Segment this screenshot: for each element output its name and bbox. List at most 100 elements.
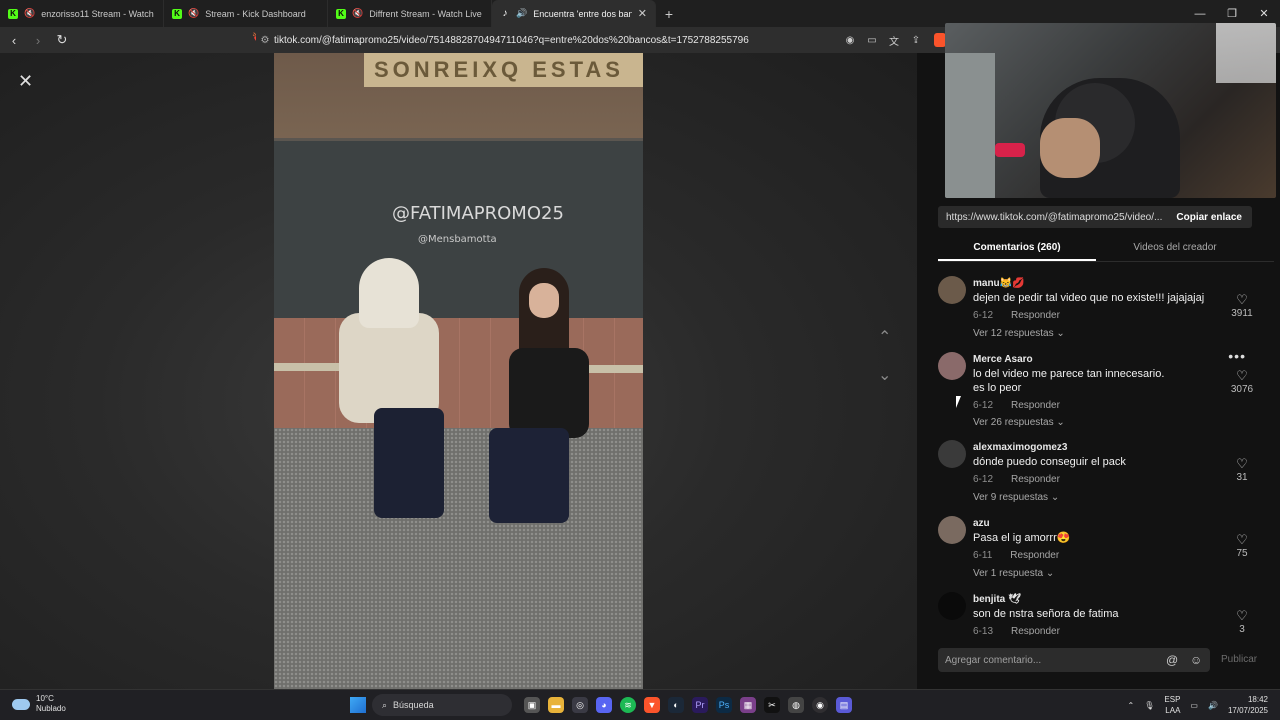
weather-widget[interactable]: 10°C Nublado: [12, 694, 66, 714]
chevron-up-icon[interactable]: ⌃: [1128, 701, 1135, 710]
girl-figure: [489, 268, 609, 528]
new-tab-button[interactable]: +: [656, 0, 682, 27]
view-replies-button[interactable]: Ver 12 respuestas ⌄: [973, 328, 1065, 339]
speaker-icon[interactable]: 🔊: [516, 8, 527, 19]
like-button[interactable]: ♡ 31: [1226, 456, 1258, 483]
volume-icon[interactable]: 🔊: [1208, 701, 1218, 710]
browser-tab-4[interactable]: ♪ 🔊 Encuentra 'entre dos bancos' ✕: [492, 0, 656, 27]
mention-icon[interactable]: @: [1166, 653, 1178, 667]
spotify-icon[interactable]: ≋: [620, 697, 636, 713]
tab-title: Stream - Kick Dashboard: [205, 8, 306, 19]
comment-date: 6-11: [973, 550, 993, 561]
heart-icon: ♡: [1236, 456, 1248, 471]
back-icon[interactable]: ‹: [4, 30, 24, 50]
mute-icon[interactable]: 🔇: [352, 8, 363, 19]
share-icon[interactable]: ⇪: [908, 31, 924, 49]
like-button[interactable]: ♡ 75: [1226, 532, 1258, 559]
search-label: Búsqueda: [393, 700, 434, 710]
video-player[interactable]: SONREIXQ ESTAS @FATIMAPROMO25 @Mensbamot…: [274, 53, 643, 689]
lang-layout: LAA: [1165, 706, 1181, 715]
comment-username[interactable]: azu: [973, 518, 990, 529]
like-count: 3076: [1230, 384, 1254, 395]
more-options-icon[interactable]: •••: [1228, 348, 1246, 364]
site-info-icon[interactable]: ⚙: [256, 35, 274, 46]
capcut-icon[interactable]: ✂: [764, 697, 780, 713]
comment-username[interactable]: benjita 🕊: [973, 594, 1021, 605]
comment-meta: 6-13 Responder: [973, 626, 1060, 635]
copy-link-button[interactable]: Copiar enlace: [1166, 212, 1252, 223]
like-count: 31: [1236, 472, 1248, 483]
view-replies-button[interactable]: Ver 9 respuestas ⌄: [973, 492, 1059, 503]
comment-input[interactable]: Agregar comentario... @ ☺: [938, 648, 1210, 672]
boy-figure: [334, 258, 444, 528]
close-tab-icon[interactable]: ✕: [638, 7, 647, 20]
avatar[interactable]: [938, 276, 966, 304]
system-tray: ⌃ 🎙 ESP LAA ▭ 🔊 18:42 17/07/2025: [1128, 694, 1268, 716]
forward-icon[interactable]: ›: [28, 30, 48, 50]
tab-creator-videos[interactable]: Videos del creador: [1096, 236, 1254, 261]
app2-icon[interactable]: ◍: [788, 697, 804, 713]
post-comment-button[interactable]: Publicar: [1221, 654, 1257, 665]
steam-icon[interactable]: ◐: [668, 697, 684, 713]
reply-button[interactable]: Responder: [1011, 626, 1060, 635]
like-button[interactable]: ♡ 3911: [1226, 292, 1258, 319]
url-text: tiktok.com/@fatimapromo25/video/75148828…: [274, 34, 749, 46]
comment-username[interactable]: manu😹💋: [973, 278, 1025, 289]
obs-icon[interactable]: ◉: [812, 697, 828, 713]
classroom-banner: SONREIXQ ESTAS: [364, 53, 643, 87]
reply-button[interactable]: Responder: [1011, 400, 1060, 411]
avatar[interactable]: [938, 516, 966, 544]
browser-tab-3[interactable]: K 🔇 Diffrent Stream - Watch Live on K: [328, 0, 492, 27]
comment-username[interactable]: alexmaximogomez3: [973, 442, 1068, 453]
photoshop-icon[interactable]: Ps: [716, 697, 732, 713]
app-icon[interactable]: ◎: [572, 697, 588, 713]
microphone-icon[interactable]: 🎙: [1144, 701, 1154, 710]
reply-button[interactable]: Responder: [1011, 310, 1060, 321]
windows-taskbar: 10°C Nublado ⌕ Búsqueda ▣ ▬ ◎ ◕ ≋ ▼ ◐ Pr…: [0, 689, 1280, 720]
task-view-icon[interactable]: ▣: [524, 697, 540, 713]
file-explorer-icon[interactable]: ▬: [548, 697, 564, 713]
mute-icon[interactable]: 🔇: [24, 8, 35, 19]
reply-button[interactable]: Responder: [1010, 550, 1059, 561]
clock[interactable]: 18:42 17/07/2025: [1228, 694, 1268, 716]
comment-date: 6-12: [973, 400, 994, 411]
screen-icon[interactable]: ▭: [864, 31, 880, 49]
address-tools: ◉ ▭ 文 ⇪: [842, 31, 924, 49]
network-icon[interactable]: ▭: [1190, 701, 1198, 710]
reload-icon[interactable]: ↻: [52, 30, 72, 50]
discord-icon[interactable]: ◕: [596, 697, 612, 713]
premiere-icon[interactable]: Pr: [692, 697, 708, 713]
like-button[interactable]: ♡ 3076: [1226, 368, 1258, 395]
chevron-up-icon[interactable]: ⌃: [878, 327, 891, 347]
weather-condition: Nublado: [36, 704, 66, 713]
comment-placeholder: Agregar comentario...: [945, 654, 1042, 666]
avatar[interactable]: [938, 440, 966, 468]
emoji-icon[interactable]: ☺: [1190, 653, 1202, 667]
mute-icon[interactable]: 🔇: [188, 8, 199, 19]
avatar[interactable]: [938, 352, 966, 380]
browser-tab-1[interactable]: K 🔇 enzorisso11 Stream - Watch Live: [0, 0, 164, 27]
view-replies-button[interactable]: Ver 26 respuestas ⌄: [973, 417, 1065, 428]
share-link[interactable]: https://www.tiktok.com/@fatimapromo25/vi…: [938, 212, 1166, 223]
taskbar-search[interactable]: ⌕ Búsqueda: [372, 694, 512, 716]
cast-icon[interactable]: ◉: [842, 31, 858, 49]
comment-username[interactable]: Merce Asaro: [973, 354, 1033, 365]
media-icon[interactable]: ▦: [740, 697, 756, 713]
comment-date: 6-12: [973, 310, 994, 321]
translate-icon[interactable]: 文: [886, 31, 902, 49]
language-indicator[interactable]: ESP LAA: [1164, 694, 1180, 716]
avatar[interactable]: [938, 592, 966, 620]
chevron-down-icon[interactable]: ⌄: [878, 365, 891, 385]
lang-code: ESP: [1164, 695, 1181, 704]
view-replies-button[interactable]: Ver 1 respuesta ⌄: [973, 568, 1054, 579]
reply-button[interactable]: Responder: [1011, 474, 1060, 485]
like-button[interactable]: ♡ 3: [1226, 608, 1258, 635]
heart-icon: ♡: [1236, 532, 1248, 547]
video-watermark-sub: @Mensbamotta: [418, 234, 497, 245]
tab-comments[interactable]: Comentarios (260): [938, 236, 1096, 261]
brave-icon[interactable]: ▼: [644, 697, 660, 713]
browser-tab-2[interactable]: K 🔇 Stream - Kick Dashboard: [164, 0, 328, 27]
start-icon[interactable]: [350, 697, 366, 713]
app3-icon[interactable]: ▤: [836, 697, 852, 713]
close-icon[interactable]: ✕: [18, 71, 33, 92]
